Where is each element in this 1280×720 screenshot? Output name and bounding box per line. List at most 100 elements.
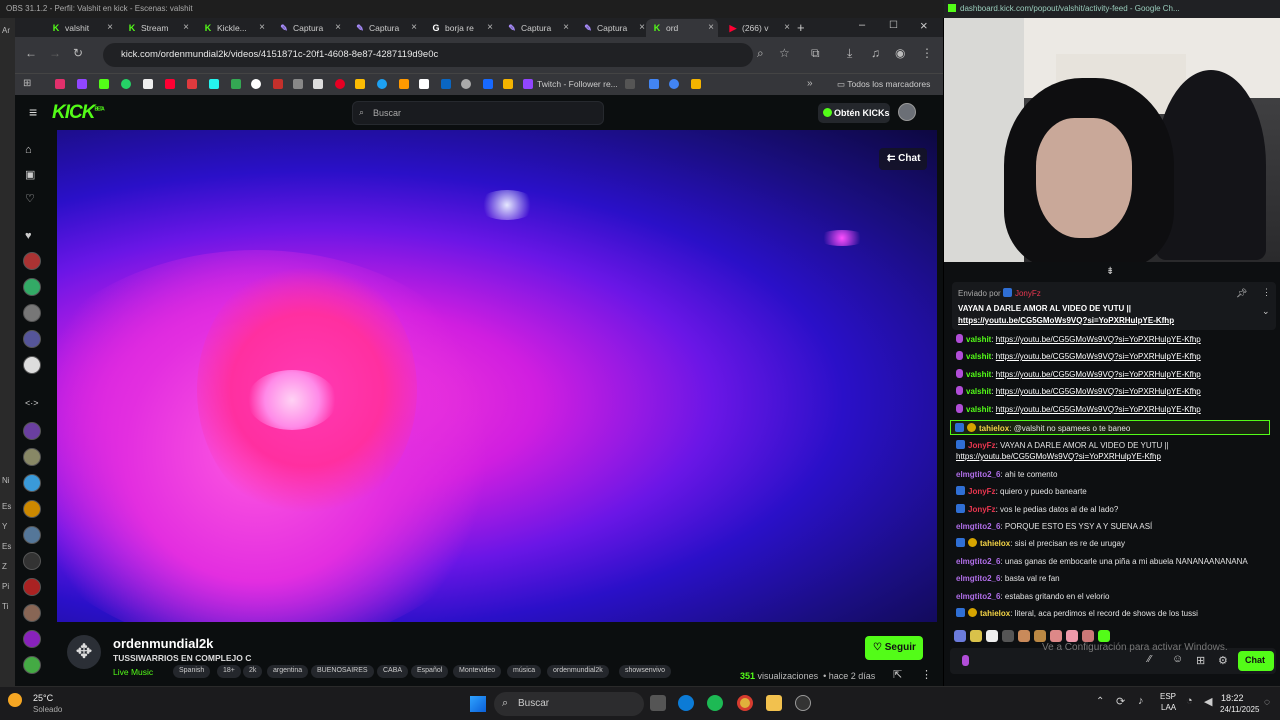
all-bookmarks[interactable]: ▭ Todos los marcadores	[837, 79, 930, 90]
bookmark-icon[interactable]	[377, 79, 387, 89]
chat-username[interactable]: elmgtito2_6	[956, 574, 1000, 583]
kick-icon[interactable]	[99, 79, 109, 89]
channel-name[interactable]: ordenmundial2k	[113, 636, 213, 651]
close-icon[interactable]: ×	[487, 22, 493, 33]
emote-icon[interactable]	[1082, 630, 1094, 642]
taskbar-search[interactable]: ⌕ Buscar	[494, 692, 644, 716]
bookmark-star-icon[interactable]: ☆	[779, 46, 790, 60]
channel-avatar[interactable]	[23, 474, 41, 492]
zoom-icon[interactable]: ⌕	[757, 46, 764, 61]
channel-avatar[interactable]	[23, 500, 41, 518]
close-icon[interactable]: ×	[784, 22, 790, 33]
chrome-icon[interactable]	[737, 695, 753, 711]
chat-username[interactable]: valshit	[966, 405, 991, 414]
tag[interactable]: Montevideo	[453, 665, 502, 678]
extensions-icon[interactable]: ⧉	[811, 46, 820, 61]
chat-username[interactable]: valshit	[966, 370, 991, 379]
pinned-link[interactable]: https://youtu.be/CG5GMoWs9VQ?si=YoPXRHul…	[958, 315, 1276, 326]
tag[interactable]: música	[507, 665, 542, 678]
maximize-icon[interactable]: ☐	[889, 20, 898, 31]
chat-text[interactable]: https://youtu.be/CG5GMoWs9VQ?si=YoPXRHul…	[996, 370, 1201, 379]
browser-tab[interactable]: ✎ Captura ×	[501, 19, 573, 37]
chevron-down-icon[interactable]: ⌄	[1262, 306, 1270, 317]
download-icon[interactable]: ⤓	[847, 46, 852, 61]
google-icon[interactable]	[251, 79, 261, 89]
gift-icon[interactable]: ⊞	[1196, 654, 1205, 667]
twitch-icon[interactable]	[523, 79, 533, 89]
youtube-icon[interactable]	[165, 79, 175, 89]
chat-username[interactable]: JonyFz	[968, 487, 996, 496]
tray-chevron-icon[interactable]: ⌃	[1096, 696, 1104, 707]
bookmark-icon[interactable]	[691, 79, 701, 89]
chat-username[interactable]: tahielox	[980, 539, 1010, 548]
tiktok-icon[interactable]	[209, 79, 219, 89]
bookmark-icon[interactable]	[419, 79, 429, 89]
emote-icon[interactable]	[1050, 630, 1062, 642]
collapse-icon[interactable]: ⇟	[1106, 266, 1114, 277]
tag[interactable]: ordenmundial2k	[547, 665, 609, 678]
chat-text[interactable]: https://youtu.be/CG5GMoWs9VQ?si=YoPXRHul…	[996, 352, 1201, 361]
forward-icon[interactable]: →	[49, 46, 61, 60]
reload-icon[interactable]: ↻	[73, 46, 83, 60]
weather-sun-icon[interactable]	[8, 693, 22, 707]
channel-avatar[interactable]	[23, 330, 41, 348]
channel-avatar[interactable]	[23, 252, 41, 270]
emote-icon[interactable]	[1002, 630, 1014, 642]
bookmark-icon[interactable]	[649, 79, 659, 89]
close-icon[interactable]: ×	[335, 22, 341, 33]
kick-search-input[interactable]: ⌕ Buscar	[352, 101, 604, 125]
menu-dots-icon[interactable]: ⋮	[921, 46, 933, 60]
pin-icon[interactable]: 📌︎	[1236, 288, 1247, 299]
volume-icon[interactable]: ◀	[1204, 695, 1212, 708]
language-indicator[interactable]: ESP	[1160, 692, 1176, 701]
edge-icon[interactable]	[678, 695, 694, 711]
chat-username[interactable]: valshit	[966, 335, 991, 344]
get-kicks-button[interactable]: Obtén KICKs	[818, 103, 890, 123]
file-explorer-icon[interactable]	[766, 695, 782, 711]
channel-avatar[interactable]	[23, 630, 41, 648]
linkedin-icon[interactable]	[441, 79, 451, 89]
bookmark-twitch-follower[interactable]: Twitch - Follower re...	[537, 79, 618, 89]
favorites-heart-icon[interactable]: ♥	[25, 230, 32, 242]
profile-icon[interactable]: ◉	[895, 46, 905, 60]
browse-icon[interactable]: ▣	[25, 168, 35, 181]
home-icon[interactable]: ⌂	[25, 144, 32, 156]
chat-username[interactable]: tahielox	[979, 424, 1009, 433]
whatsapp-icon[interactable]	[121, 79, 131, 89]
tag[interactable]: Español	[411, 665, 449, 678]
channel-avatar[interactable]	[23, 526, 41, 544]
twitch-icon[interactable]	[77, 79, 87, 89]
bookmark-icon[interactable]	[313, 79, 323, 89]
bookmark-icon[interactable]	[503, 79, 513, 89]
bookmark-icon[interactable]	[461, 79, 471, 89]
expand-icon[interactable]: <·>	[25, 398, 39, 408]
follow-button[interactable]: ♡ Seguir	[865, 636, 923, 660]
tag[interactable]: argentina	[267, 665, 309, 678]
close-icon[interactable]: ×	[107, 22, 113, 33]
close-window-icon[interactable]: ×	[920, 18, 928, 33]
tag[interactable]: BUENOSAIRES	[311, 665, 374, 678]
clock-time[interactable]: 18:22	[1221, 693, 1244, 703]
browser-tab[interactable]: ✎ Captura ×	[577, 19, 649, 37]
bookmark-icon[interactable]	[669, 79, 679, 89]
emote-icon[interactable]	[1066, 630, 1078, 642]
channel-avatar[interactable]	[23, 422, 41, 440]
channel-avatar[interactable]	[23, 304, 41, 322]
close-icon[interactable]: ×	[563, 22, 569, 33]
chat-text[interactable]: https://youtu.be/CG5GMoWs9VQ?si=YoPXRHul…	[956, 452, 1161, 461]
chat-username[interactable]: valshit	[966, 387, 991, 396]
wifi-icon[interactable]: ◔	[1186, 695, 1193, 707]
emote-icon[interactable]	[986, 630, 998, 642]
x-icon[interactable]	[143, 79, 153, 89]
channel-avatar[interactable]	[23, 278, 41, 296]
channel-avatar[interactable]	[23, 656, 41, 674]
browser-tab[interactable]: K Stream ×	[121, 19, 193, 37]
emote-icon[interactable]	[954, 630, 966, 642]
chat-text[interactable]: https://youtu.be/CG5GMoWs9VQ?si=YoPXRHul…	[996, 387, 1201, 396]
chat-send-button[interactable]: Chat	[1238, 651, 1274, 671]
close-icon[interactable]: ×	[708, 22, 714, 33]
notifications-icon[interactable]: ◌	[1264, 697, 1270, 708]
chat-username[interactable]: elmgtito2_6	[956, 557, 1000, 566]
open-chat-button[interactable]: ⇇ Chat	[879, 148, 927, 170]
share-icon[interactable]: ⇱	[893, 668, 902, 681]
